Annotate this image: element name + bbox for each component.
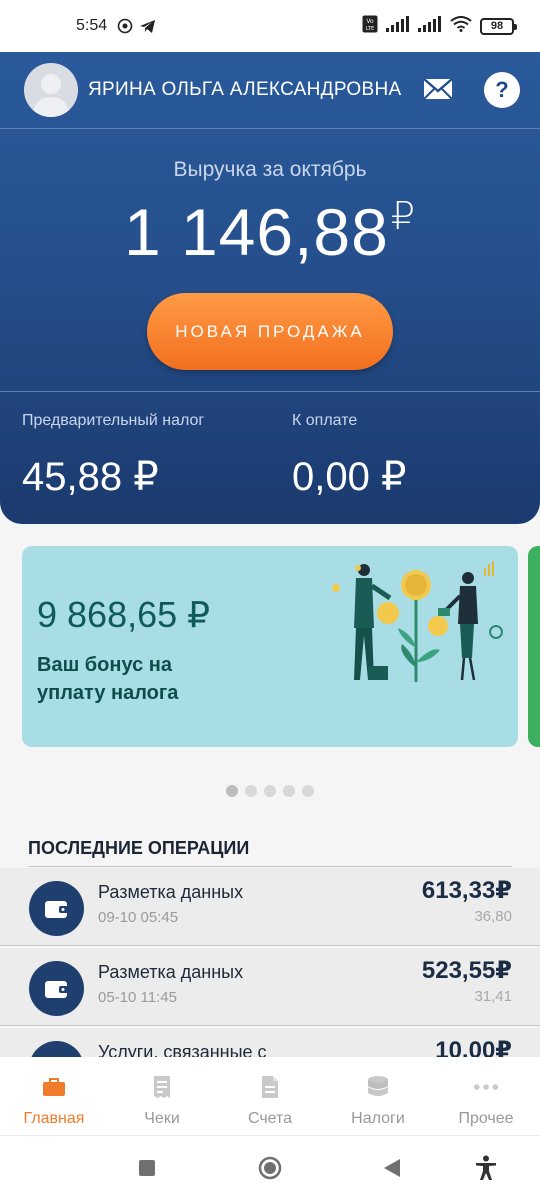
accessibility-button[interactable] xyxy=(474,1155,498,1180)
operation-name: Разметка данных xyxy=(98,882,244,902)
document-icon xyxy=(257,1074,283,1100)
system-navigation xyxy=(0,1136,540,1200)
tax-due-block[interactable]: К оплате 0,00 ₽ xyxy=(292,412,406,500)
nav-invoices[interactable]: Счета xyxy=(216,1057,324,1137)
revenue-amount: 1 146,88₽ xyxy=(0,194,540,270)
operation-date: 05-10 11:45 xyxy=(98,989,177,1006)
operation-tax: 36,80 xyxy=(474,908,512,925)
nav-taxes[interactable]: Налоги xyxy=(324,1057,432,1137)
operation-tax: 31,41 xyxy=(474,988,512,1005)
square-icon xyxy=(139,1160,155,1176)
prelim-tax-block[interactable]: Предварительный налог 45,88 ₽ xyxy=(22,412,204,500)
operation-sum: 613,33₽ xyxy=(421,877,512,904)
operation-name: Разметка данных xyxy=(98,962,244,982)
mail-button[interactable] xyxy=(422,76,456,106)
operation-sum: 523,55₽ xyxy=(421,957,512,984)
nav-receipts[interactable]: Чеки xyxy=(108,1057,216,1137)
prelim-tax-value: 45,88 ₽ xyxy=(22,455,159,499)
carousel-dots xyxy=(226,785,314,797)
volte-icon: Vo LTE xyxy=(362,15,378,38)
nav-taxes-label: Налоги xyxy=(351,1110,405,1127)
back-button[interactable] xyxy=(380,1156,404,1180)
operation-row[interactable]: Разметка данных 09-10 05:45 613,33₽ 36,8… xyxy=(0,868,540,946)
operations-divider xyxy=(28,866,512,867)
wallet-icon xyxy=(29,961,84,1016)
profile-bar: ЯРИНА ОЛЬГА АЛЕКСАНДРОВНА xyxy=(0,52,540,129)
carousel-dot[interactable] xyxy=(226,785,238,797)
recent-apps-button[interactable] xyxy=(135,1156,159,1180)
battery-indicator: 98 xyxy=(480,17,517,35)
accessibility-icon xyxy=(476,1155,496,1180)
new-sale-button[interactable]: НОВАЯ ПРОДАЖА xyxy=(147,293,393,370)
carousel-dot[interactable] xyxy=(245,785,257,797)
next-card-peek[interactable] xyxy=(528,546,540,747)
nav-receipts-label: Чеки xyxy=(144,1110,180,1127)
bonus-card[interactable]: 9 868,65 ₽ Ваш бонус на уплату налога xyxy=(22,546,518,747)
operations-title: ПОСЛЕДНИЕ ОПЕРАЦИИ xyxy=(28,838,250,858)
user-name[interactable]: ЯРИНА ОЛЬГА АЛЕКСАНДРОВНА xyxy=(88,79,401,101)
bonus-text: Ваш бонус на уплату налога xyxy=(37,654,179,704)
wifi-icon xyxy=(450,15,472,37)
bottom-navigation: Главная Чеки Счета Налоги Прочее xyxy=(0,1057,540,1137)
app-screen: 5:54 Vo LTE 98 ЯРИНА ОЛЬГА АЛЕКСАНДРОВНА… xyxy=(0,0,540,1200)
status-time: 5:54 xyxy=(76,17,108,34)
summary-header: ЯРИНА ОЛЬГА АЛЕКСАНДРОВНА ? Выручка за о… xyxy=(0,52,540,524)
bonus-amount: 9 868,65 ₽ xyxy=(37,594,211,635)
header-divider xyxy=(0,391,540,392)
tax-due-label: К оплате xyxy=(292,412,358,429)
carousel-dot[interactable] xyxy=(264,785,276,797)
svg-text:LTE: LTE xyxy=(366,26,374,32)
carousel-dot[interactable] xyxy=(302,785,314,797)
money-growth-illustration xyxy=(332,561,503,682)
operation-row[interactable]: Разметка данных 05-10 11:45 523,55₽ 31,4… xyxy=(0,948,540,1026)
mail-icon xyxy=(423,78,453,100)
avatar[interactable] xyxy=(24,63,78,117)
revenue-label: Выручка за октябрь xyxy=(173,158,367,181)
briefcase-icon xyxy=(41,1074,67,1100)
tax-due-value: 0,00 ₽ xyxy=(292,455,407,499)
nav-more[interactable]: Прочее xyxy=(432,1057,540,1137)
wallet-icon xyxy=(29,881,84,936)
status-bar: 5:54 Vo LTE 98 xyxy=(0,0,540,52)
signal-icon-2 xyxy=(418,15,442,37)
operation-date: 09-10 05:45 xyxy=(98,909,179,926)
home-button[interactable] xyxy=(258,1156,282,1180)
back-triangle-icon xyxy=(384,1159,400,1177)
revenue-value: 1 146,88 xyxy=(123,195,389,269)
nav-more-label: Прочее xyxy=(458,1110,514,1127)
circle-icon xyxy=(258,1156,282,1180)
carousel-dot[interactable] xyxy=(283,785,295,797)
revenue-currency: ₽ xyxy=(390,196,417,238)
receipt-icon xyxy=(149,1074,175,1100)
nav-invoices-label: Счета xyxy=(247,1110,293,1127)
coins-icon xyxy=(365,1074,391,1100)
telegram-icon xyxy=(139,19,156,34)
nav-home[interactable]: Главная xyxy=(0,1057,108,1137)
more-icon xyxy=(473,1074,499,1100)
help-button[interactable]: ? xyxy=(484,72,520,108)
nav-home-label: Главная xyxy=(23,1110,85,1127)
sync-icon xyxy=(117,18,133,34)
prelim-tax-label: Предварительный налог xyxy=(22,412,205,429)
svg-text:Vo: Vo xyxy=(366,18,374,25)
signal-icon xyxy=(386,15,410,37)
